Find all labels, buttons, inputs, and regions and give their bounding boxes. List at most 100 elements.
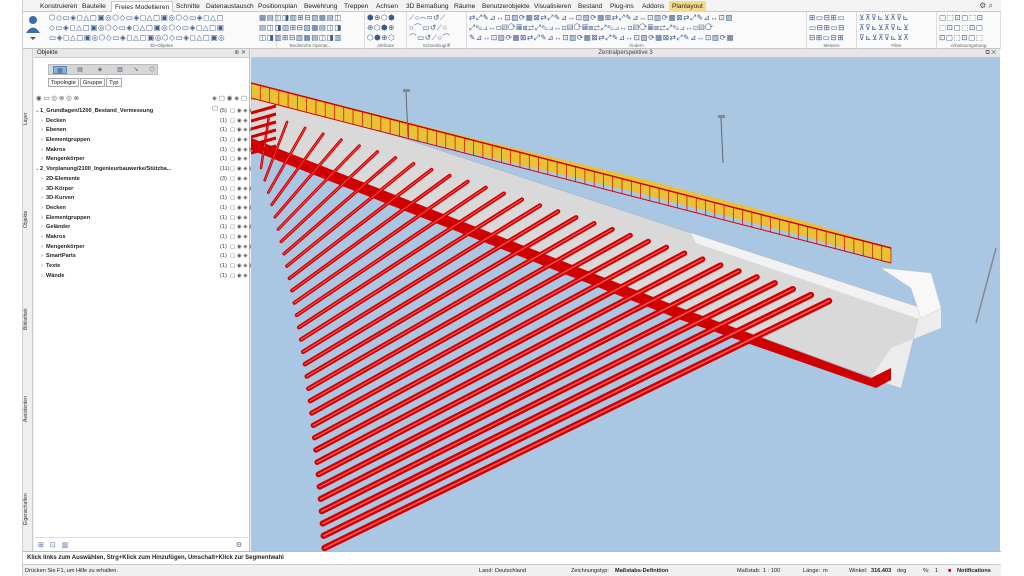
ribbon-tool-icons[interactable]: ⇄⤢✎⊿↔⊡▨⟳▦⊠⇄⤢✎⊿↔⊡▨⟳▦⊠⇄⤢✎⊿↔⊡▨⟳▦⊠⇄⤢✎⊿↔⊡▨ (469, 13, 804, 23)
visibility-icon[interactable]: ▢ ◉ ◈ (230, 117, 248, 127)
tree-expand-icon[interactable]: › (41, 204, 43, 214)
tree-row[interactable]: › Wände (1) ▢ ◉ ◈ (35, 272, 249, 282)
ribbon-tool-icons[interactable]: ⊞▭⊟⊞▭ (809, 13, 854, 23)
side-tab-bibliothek[interactable]: Bibliothek (23, 289, 33, 349)
tree-row[interactable]: › Elementgruppen (1) ▢ ◉ ◈ (35, 136, 249, 146)
tree-row[interactable]: › Texte (1) ▢ ◉ ◈ ▣ (35, 262, 254, 272)
zeichnungstyp-value[interactable]: Maßstabs-Definition (615, 565, 668, 576)
tab-bestand[interactable]: Bestand (575, 1, 605, 12)
tree-row[interactable]: › SmartParts (1) ▢ ◉ ◈ (35, 252, 249, 262)
tree-expand-icon[interactable]: › (41, 214, 43, 224)
tree-expand-icon[interactable]: › (41, 155, 43, 165)
3d-scene[interactable] (251, 58, 1000, 551)
tree-row[interactable]: › 3D-Kurven (1) ▢ ◉ ◈ (35, 194, 249, 204)
tree-expand-icon[interactable]: › (41, 272, 43, 282)
tab-freies-modellieren[interactable]: Freies Modellieren (111, 1, 174, 12)
tree-expand-icon[interactable]: › (41, 262, 43, 272)
panel-pin-close-icon[interactable]: ⊕ ✕ (234, 49, 246, 58)
tree-row[interactable]: › Mengenkörper (1) ▢ ◉ ◈ ▣ (35, 243, 254, 253)
tree-expand-icon[interactable]: › (41, 252, 43, 262)
user-avatar-icon[interactable] (25, 14, 41, 40)
ribbon-tool-icons[interactable]: ⬡◇▭◈◻△▢▣◎⬡◇▭◈◻△▢▣◎⬡◇▭◈◻△▢ (49, 13, 274, 23)
tree-row[interactable]: › Ebenen (1) ▢ ◉ ◈ ▣ (35, 126, 254, 136)
tab-3d-bemaßung[interactable]: 3D Bemaßung (403, 1, 452, 12)
tab-benutzerobjekte[interactable]: Benutzerobjekte (479, 1, 533, 12)
tree-expand-icon[interactable]: › (41, 243, 43, 253)
view-tag-icon[interactable]: ⬡ (145, 66, 159, 74)
ribbon-tool-icons[interactable]: ⟋○⌒▭↺⟋ (409, 13, 464, 23)
notification-icon[interactable]: ■ (948, 565, 951, 576)
tree-row[interactable]: › Elementgruppen (1) ▢ ◉ ◈ (35, 214, 249, 224)
ribbon-tool-icons[interactable]: ⊟⊞▭⊟⊞ (809, 33, 854, 43)
ribbon-tool-icons[interactable]: ▭◈◻△▢▣◎⬡◇▭◈◻△▢▣◎⬡◇▭◈◻△▢▣◎ (49, 33, 274, 43)
tab-positionsplan[interactable]: Positionsplan (255, 1, 300, 12)
tab-planlayout[interactable]: Planlayout (669, 1, 706, 12)
tab-plug-ins[interactable]: Plug-ins (607, 1, 637, 12)
view-arrow-icon[interactable]: ➘ (129, 66, 143, 74)
massstab-value[interactable]: 1 : 100 (763, 565, 780, 576)
tree-expand-icon[interactable]: ⌄ (35, 107, 40, 117)
filter-typ-button[interactable]: Typ (106, 78, 122, 87)
tab-visualisieren[interactable]: Visualisieren (531, 1, 574, 12)
footer-add-icon[interactable]: ⊞ (38, 542, 44, 549)
land-value[interactable]: Deutschland (495, 565, 526, 576)
ribbon-tool-icons[interactable]: ⌒▭↺⟋○⌒ (409, 33, 464, 43)
ribbon-tool-icons[interactable]: ⊼⊽⊾⊻⊼⊽⊾⊻ (859, 23, 934, 33)
tab-bauteile[interactable]: Bauteile (79, 1, 109, 12)
ribbon-tool-icons[interactable]: ⊕⬡⬢⊕ (367, 23, 404, 33)
search-icon[interactable]: ⌕ (989, 1, 993, 10)
tree-expand-icon[interactable]: › (41, 136, 43, 146)
ribbon-tool-icons[interactable]: ⬚⊡▢⬚⊡▢ (939, 23, 998, 33)
side-tab-layer[interactable]: Layer (23, 89, 33, 149)
tree-row[interactable]: › 3D-Körper (1) ▢ ◉ ◈ ▣ (35, 185, 254, 195)
visibility-icon[interactable]: ▢ ◉ ◈ (230, 214, 248, 224)
select-all-icon[interactable]: ◉ ▭ ◎ ⊗ ◎ ⊗ (36, 95, 79, 102)
tree-expand-icon[interactable]: › (41, 223, 43, 233)
view-structure-icon[interactable]: ▦ (53, 66, 67, 74)
tree-row[interactable]: ⌄ 1_Grundlagen/1200_Bestand_Vermessung (5)… (35, 107, 254, 117)
footer-copy-icon[interactable]: ⊡ (50, 542, 56, 549)
viewport-window-controls-icon[interactable]: ⧉ ✕ (985, 49, 996, 58)
visibility-icon[interactable]: ▢ ◉ ◈ (230, 175, 248, 185)
winkel-value[interactable]: 316.403 (871, 565, 891, 576)
tree-row[interactable]: › Mengenkörper (1) ▢ ◉ ◈ (35, 155, 249, 165)
ribbon-tool-icons[interactable]: ✎⊿↔⊡▨⟳▦⊠⇄⤢✎⊿↔⊡▨⟳▦⊠⇄⤢✎⊿↔⊡▨⟳▦⊠⇄⤢✎⊿↔⊡▨⟳▦ (469, 33, 804, 43)
tab-addons[interactable]: Addons (639, 1, 667, 12)
side-tab-assistenten[interactable]: Assistenten (23, 379, 33, 439)
tab-schnitte[interactable]: Schnitte (173, 1, 203, 12)
ribbon-tool-icons[interactable]: ◇▭◈◻△▢▣◎⬡◇▭◈◻△▢▣◎⬡◇▭◈◻△▢▣ (49, 23, 274, 33)
visibility-icon[interactable]: ▢ ◉ ◈ (230, 272, 248, 282)
filter-topologie-button[interactable]: Topologie (48, 78, 79, 87)
tree-row[interactable]: › 2D-Elemente (3) ▢ ◉ ◈ (35, 175, 249, 185)
view-document-icon[interactable]: ▤ (73, 66, 87, 74)
ribbon-tool-icons[interactable]: ▭⊟⊞▭⊟ (809, 23, 854, 33)
tree-expand-icon[interactable]: › (41, 175, 43, 185)
tab-achsen[interactable]: Achsen (373, 1, 401, 12)
tree-row[interactable]: › Geländer (1) ▢ ◉ ◈ ▣ (35, 223, 254, 233)
tree-row[interactable]: ⌄ 2_Vorplanung/2100_Ingenieurbauwerke/Stü… (35, 165, 254, 175)
side-tab-objekte[interactable]: Objekte (23, 189, 33, 249)
view-layer-icon[interactable]: ◈ (93, 66, 107, 74)
tree-expand-icon[interactable]: ⌄ (35, 165, 40, 175)
ribbon-tool-icons[interactable]: ▢⬚⊡▢⬚⊡ (939, 13, 998, 23)
ribbon-tool-icons[interactable]: ▤◫◨▥⊞⊟▧▦▤◫◨ (259, 23, 362, 33)
ribbon-tool-icons[interactable]: ▦▤◫◨▥⊞⊟▧▦▤◫ (259, 13, 362, 23)
tab-konstruieren[interactable]: Konstruieren (37, 1, 80, 12)
footer-list-icon[interactable]: ▥ (62, 542, 69, 549)
visibility-icon[interactable]: ▢ ◉ ◈ (230, 155, 248, 165)
tab-bewehrung[interactable]: Bewehrung (301, 1, 340, 12)
visibility-icon[interactable]: ▢ ◉ ◈ (230, 194, 248, 204)
filter-gruppe-button[interactable]: Gruppe (79, 78, 106, 87)
laenge-value[interactable]: m (823, 565, 828, 576)
tree-expand-icon[interactable]: › (41, 117, 43, 127)
tree-expand-icon[interactable]: › (41, 185, 43, 195)
tree-row[interactable]: › Makros (1) ▢ ◉ ◈ ▣ (35, 146, 254, 156)
visibility-icon[interactable]: ▢ ◉ ◈ (230, 233, 248, 243)
ribbon-tool-icons[interactable]: ⬢⊕⬡⬢ (367, 13, 404, 23)
side-tab-eigenschaften[interactable]: Eigenschaften (23, 479, 33, 539)
visibility-icon[interactable]: ▢ ◉ ◈ (230, 136, 248, 146)
ribbon-tool-icons[interactable]: ⤢✎⊿↔⊡▨⟳▦⊠⇄⤢✎⊿↔⊡▨⟳▦⊠⇄⤢✎⊿↔⊡▨⟳▦⊠⇄⤢✎⊿↔⊡▨⟳ (469, 23, 804, 33)
tab-datenaustausch[interactable]: Datenaustausch (203, 1, 257, 12)
settings-icon[interactable]: ⚙ (979, 1, 986, 10)
visibility-icon[interactable]: ▢ ◉ ◈ (230, 252, 248, 262)
